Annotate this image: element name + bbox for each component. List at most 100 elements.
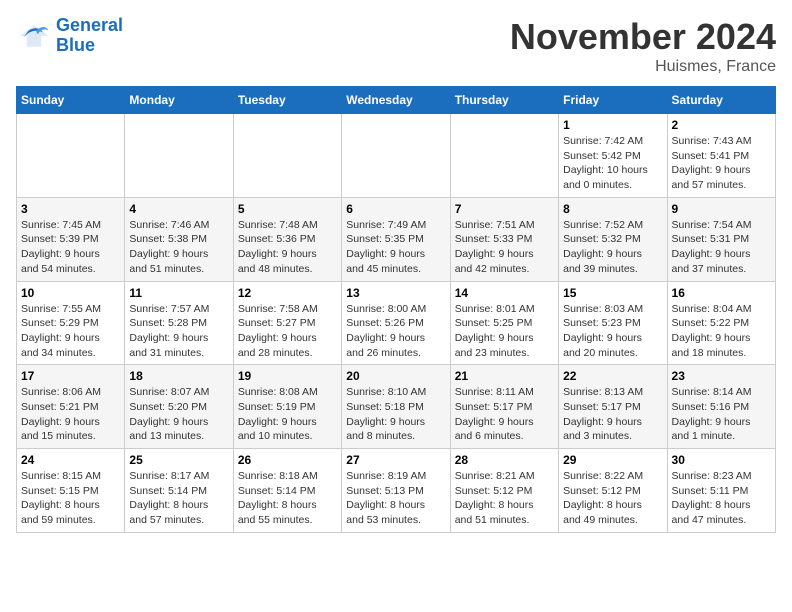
- calendar-header-sunday: Sunday: [17, 87, 125, 114]
- day-info: Sunrise: 8:08 AM Sunset: 5:19 PM Dayligh…: [238, 385, 337, 444]
- day-info: Sunrise: 7:57 AM Sunset: 5:28 PM Dayligh…: [129, 302, 228, 361]
- calendar-cell: 24Sunrise: 8:15 AM Sunset: 5:15 PM Dayli…: [17, 449, 125, 533]
- day-number: 2: [672, 118, 771, 132]
- title-block: November 2024 Huismes, France: [510, 16, 776, 76]
- day-number: 14: [455, 286, 554, 300]
- calendar-cell: 27 Sunrise: 8:19 AM Sunset: 5:13 PM Dayli…: [342, 449, 450, 533]
- calendar-cell: 23 Sunrise: 8:14 AM Sunset: 5:16 PM Dayli…: [667, 365, 775, 449]
- calendar-header-row: SundayMondayTuesdayWednesdayThursdayFrid…: [17, 87, 776, 114]
- day-info: Sunrise: 8:06 AM Sunset: 5:21 PM Dayligh…: [21, 385, 120, 444]
- logo: General Blue: [16, 16, 123, 56]
- day-info: Sunrise: 8:15 AM Sunset: 5:15 PM Dayligh…: [21, 469, 120, 528]
- day-number: 30: [672, 453, 771, 467]
- day-number: 27: [346, 453, 445, 467]
- day-number: 1: [563, 118, 662, 132]
- day-number: 10: [21, 286, 120, 300]
- day-number: 28: [455, 453, 554, 467]
- calendar-week-row: 1 Sunrise: 7:42 AM Sunset: 5:42 PM Daylig…: [17, 114, 776, 198]
- calendar-cell: 12 Sunrise: 7:58 AM Sunset: 5:27 PM Dayli…: [233, 281, 341, 365]
- calendar-cell: 9 Sunrise: 7:54 AM Sunset: 5:31 PM Daylig…: [667, 197, 775, 281]
- day-info: Sunrise: 7:51 AM Sunset: 5:33 PM Dayligh…: [455, 218, 554, 277]
- location: Huismes, France: [510, 58, 776, 76]
- day-info: Sunrise: 8:01 AM Sunset: 5:25 PM Dayligh…: [455, 302, 554, 361]
- day-number: 17: [21, 369, 120, 383]
- day-info: Sunrise: 8:11 AM Sunset: 5:17 PM Dayligh…: [455, 385, 554, 444]
- calendar-cell: 13 Sunrise: 8:00 AM Sunset: 5:26 PM Dayli…: [342, 281, 450, 365]
- day-number: 9: [672, 202, 771, 216]
- day-number: 11: [129, 286, 228, 300]
- day-info: Sunrise: 8:18 AM Sunset: 5:14 PM Dayligh…: [238, 469, 337, 528]
- day-info: Sunrise: 7:54 AM Sunset: 5:31 PM Dayligh…: [672, 218, 771, 277]
- day-number: 22: [563, 369, 662, 383]
- logo-general: General: [56, 15, 123, 35]
- day-number: 12: [238, 286, 337, 300]
- day-number: 19: [238, 369, 337, 383]
- day-number: 4: [129, 202, 228, 216]
- day-number: 8: [563, 202, 662, 216]
- calendar-cell: 18Sunrise: 8:07 AM Sunset: 5:20 PM Dayli…: [125, 365, 233, 449]
- calendar-cell: 6Sunrise: 7:49 AM Sunset: 5:35 PM Daylig…: [342, 197, 450, 281]
- calendar-cell: 4 Sunrise: 7:46 AM Sunset: 5:38 PM Daylig…: [125, 197, 233, 281]
- calendar-cell: 7 Sunrise: 7:51 AM Sunset: 5:33 PM Daylig…: [450, 197, 558, 281]
- day-info: Sunrise: 7:55 AM Sunset: 5:29 PM Dayligh…: [21, 302, 120, 361]
- day-number: 15: [563, 286, 662, 300]
- calendar-cell: 14 Sunrise: 8:01 AM Sunset: 5:25 PM Dayli…: [450, 281, 558, 365]
- page-header: General Blue November 2024 Huismes, Fran…: [16, 16, 776, 76]
- calendar-header-friday: Friday: [559, 87, 667, 114]
- day-info: Sunrise: 7:58 AM Sunset: 5:27 PM Dayligh…: [238, 302, 337, 361]
- day-number: 21: [455, 369, 554, 383]
- day-info: Sunrise: 8:07 AM Sunset: 5:20 PM Dayligh…: [129, 385, 228, 444]
- day-info: Sunrise: 7:45 AM Sunset: 5:39 PM Dayligh…: [21, 218, 120, 277]
- day-number: 26: [238, 453, 337, 467]
- calendar-cell: 3Sunrise: 7:45 AM Sunset: 5:39 PM Daylig…: [17, 197, 125, 281]
- day-info: Sunrise: 7:52 AM Sunset: 5:32 PM Dayligh…: [563, 218, 662, 277]
- day-info: Sunrise: 7:43 AM Sunset: 5:41 PM Dayligh…: [672, 134, 771, 193]
- day-info: Sunrise: 8:17 AM Sunset: 5:14 PM Dayligh…: [129, 469, 228, 528]
- calendar-cell: 26 Sunrise: 8:18 AM Sunset: 5:14 PM Dayli…: [233, 449, 341, 533]
- calendar-cell: 8 Sunrise: 7:52 AM Sunset: 5:32 PM Daylig…: [559, 197, 667, 281]
- calendar-week-row: 17 Sunrise: 8:06 AM Sunset: 5:21 PM Dayli…: [17, 365, 776, 449]
- day-info: Sunrise: 7:46 AM Sunset: 5:38 PM Dayligh…: [129, 218, 228, 277]
- calendar-cell: 15 Sunrise: 8:03 AM Sunset: 5:23 PM Dayli…: [559, 281, 667, 365]
- calendar-cell: 10 Sunrise: 7:55 AM Sunset: 5:29 PM Dayli…: [17, 281, 125, 365]
- day-info: Sunrise: 8:14 AM Sunset: 5:16 PM Dayligh…: [672, 385, 771, 444]
- calendar-cell: 25 Sunrise: 8:17 AM Sunset: 5:14 PM Dayli…: [125, 449, 233, 533]
- day-number: 6: [346, 202, 445, 216]
- calendar-cell: 20 Sunrise: 8:10 AM Sunset: 5:18 PM Dayli…: [342, 365, 450, 449]
- calendar-cell: 16Sunrise: 8:04 AM Sunset: 5:22 PM Dayli…: [667, 281, 775, 365]
- day-number: 7: [455, 202, 554, 216]
- logo-blue: Blue: [56, 35, 95, 55]
- calendar-week-row: 24Sunrise: 8:15 AM Sunset: 5:15 PM Dayli…: [17, 449, 776, 533]
- calendar-header-monday: Monday: [125, 87, 233, 114]
- calendar-week-row: 3Sunrise: 7:45 AM Sunset: 5:39 PM Daylig…: [17, 197, 776, 281]
- month-title: November 2024: [510, 16, 776, 58]
- day-info: Sunrise: 8:03 AM Sunset: 5:23 PM Dayligh…: [563, 302, 662, 361]
- day-number: 5: [238, 202, 337, 216]
- day-number: 23: [672, 369, 771, 383]
- calendar-cell: 22 Sunrise: 8:13 AM Sunset: 5:17 PM Dayli…: [559, 365, 667, 449]
- calendar-cell: 17 Sunrise: 8:06 AM Sunset: 5:21 PM Dayli…: [17, 365, 125, 449]
- day-info: Sunrise: 7:42 AM Sunset: 5:42 PM Dayligh…: [563, 134, 662, 193]
- day-info: Sunrise: 8:10 AM Sunset: 5:18 PM Dayligh…: [346, 385, 445, 444]
- calendar-cell: 11 Sunrise: 7:57 AM Sunset: 5:28 PM Dayli…: [125, 281, 233, 365]
- calendar-cell: 19 Sunrise: 8:08 AM Sunset: 5:19 PM Dayli…: [233, 365, 341, 449]
- calendar-header-wednesday: Wednesday: [342, 87, 450, 114]
- day-number: 25: [129, 453, 228, 467]
- day-info: Sunrise: 8:19 AM Sunset: 5:13 PM Dayligh…: [346, 469, 445, 528]
- calendar-cell: [17, 114, 125, 198]
- calendar-cell: [125, 114, 233, 198]
- calendar-cell: 5 Sunrise: 7:48 AM Sunset: 5:36 PM Daylig…: [233, 197, 341, 281]
- calendar-header-tuesday: Tuesday: [233, 87, 341, 114]
- calendar-cell: 30Sunrise: 8:23 AM Sunset: 5:11 PM Dayli…: [667, 449, 775, 533]
- day-number: 13: [346, 286, 445, 300]
- logo-icon: [16, 18, 52, 54]
- day-info: Sunrise: 7:48 AM Sunset: 5:36 PM Dayligh…: [238, 218, 337, 277]
- day-info: Sunrise: 8:13 AM Sunset: 5:17 PM Dayligh…: [563, 385, 662, 444]
- day-info: Sunrise: 8:00 AM Sunset: 5:26 PM Dayligh…: [346, 302, 445, 361]
- day-info: Sunrise: 8:21 AM Sunset: 5:12 PM Dayligh…: [455, 469, 554, 528]
- day-number: 20: [346, 369, 445, 383]
- calendar-cell: 2 Sunrise: 7:43 AM Sunset: 5:41 PM Daylig…: [667, 114, 775, 198]
- calendar-cell: [342, 114, 450, 198]
- day-info: Sunrise: 8:22 AM Sunset: 5:12 PM Dayligh…: [563, 469, 662, 528]
- calendar-cell: 1 Sunrise: 7:42 AM Sunset: 5:42 PM Daylig…: [559, 114, 667, 198]
